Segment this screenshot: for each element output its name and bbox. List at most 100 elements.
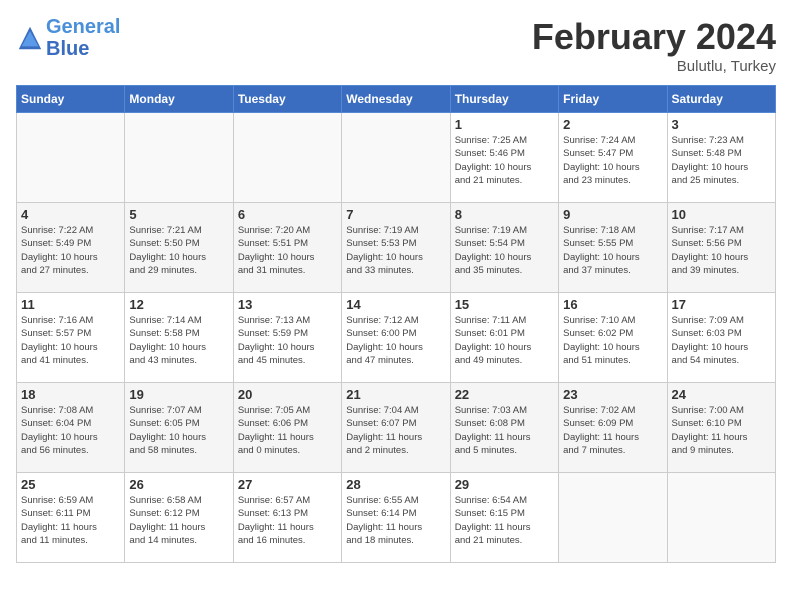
day-info: Sunrise: 7:12 AM Sunset: 6:00 PM Dayligh… bbox=[346, 314, 445, 367]
day-info: Sunrise: 7:19 AM Sunset: 5:53 PM Dayligh… bbox=[346, 224, 445, 277]
table-row bbox=[342, 113, 450, 203]
day-info: Sunrise: 7:03 AM Sunset: 6:08 PM Dayligh… bbox=[455, 404, 554, 457]
calendar-header: Sunday Monday Tuesday Wednesday Thursday… bbox=[17, 86, 776, 113]
header-sunday: Sunday bbox=[17, 86, 125, 113]
subtitle: Bulutlu, Turkey bbox=[532, 58, 776, 75]
day-number: 12 bbox=[129, 297, 228, 312]
header-tuesday: Tuesday bbox=[233, 86, 341, 113]
table-row: 17 Sunrise: 7:09 AM Sunset: 6:03 PM Dayli… bbox=[667, 293, 775, 383]
table-row: 9 Sunrise: 7:18 AM Sunset: 5:55 PM Daylig… bbox=[559, 203, 667, 293]
day-number: 24 bbox=[672, 387, 771, 402]
table-row: 4Sunrise: 7:22 AM Sunset: 5:49 PM Daylig… bbox=[17, 203, 125, 293]
day-number: 25 bbox=[21, 477, 120, 492]
table-row: 19 Sunrise: 7:07 AM Sunset: 6:05 PM Dayli… bbox=[125, 383, 233, 473]
day-info: Sunrise: 7:09 AM Sunset: 6:03 PM Dayligh… bbox=[672, 314, 771, 367]
table-row: 16 Sunrise: 7:10 AM Sunset: 6:02 PM Dayli… bbox=[559, 293, 667, 383]
day-number: 14 bbox=[346, 297, 445, 312]
day-number: 18 bbox=[21, 387, 120, 402]
day-number: 16 bbox=[563, 297, 662, 312]
day-number: 9 bbox=[563, 207, 662, 222]
table-row: 1 Sunrise: 7:25 AM Sunset: 5:46 PM Daylig… bbox=[450, 113, 558, 203]
page-header: General Blue February 2024 Bulutlu, Turk… bbox=[16, 16, 776, 75]
day-info: Sunrise: 7:21 AM Sunset: 5:50 PM Dayligh… bbox=[129, 224, 228, 277]
day-number: 11 bbox=[21, 297, 120, 312]
table-row: 3 Sunrise: 7:23 AM Sunset: 5:48 PM Daylig… bbox=[667, 113, 775, 203]
day-number: 3 bbox=[672, 117, 771, 132]
day-number: 13 bbox=[238, 297, 337, 312]
day-info: Sunrise: 7:18 AM Sunset: 5:55 PM Dayligh… bbox=[563, 224, 662, 277]
logo-line2: Blue bbox=[46, 38, 120, 60]
table-row bbox=[559, 473, 667, 563]
title-block: February 2024 Bulutlu, Turkey bbox=[532, 16, 776, 75]
day-info: Sunrise: 7:10 AM Sunset: 6:02 PM Dayligh… bbox=[563, 314, 662, 367]
table-row: 20 Sunrise: 7:05 AM Sunset: 6:06 PM Dayli… bbox=[233, 383, 341, 473]
table-row: 21 Sunrise: 7:04 AM Sunset: 6:07 PM Dayli… bbox=[342, 383, 450, 473]
day-number: 10 bbox=[672, 207, 771, 222]
day-info: Sunrise: 6:59 AM Sunset: 6:11 PM Dayligh… bbox=[21, 494, 120, 547]
table-row bbox=[667, 473, 775, 563]
day-info: Sunrise: 7:24 AM Sunset: 5:47 PM Dayligh… bbox=[563, 134, 662, 187]
day-number: 27 bbox=[238, 477, 337, 492]
day-number: 8 bbox=[455, 207, 554, 222]
table-row bbox=[17, 113, 125, 203]
header-saturday: Saturday bbox=[667, 86, 775, 113]
table-row: 25 Sunrise: 6:59 AM Sunset: 6:11 PM Dayli… bbox=[17, 473, 125, 563]
day-number: 29 bbox=[455, 477, 554, 492]
day-info: Sunrise: 7:05 AM Sunset: 6:06 PM Dayligh… bbox=[238, 404, 337, 457]
logo-icon bbox=[16, 24, 44, 52]
day-info: Sunrise: 7:13 AM Sunset: 5:59 PM Dayligh… bbox=[238, 314, 337, 367]
table-row: 13 Sunrise: 7:13 AM Sunset: 5:59 PM Dayli… bbox=[233, 293, 341, 383]
month-title: February 2024 bbox=[532, 16, 776, 58]
day-info: Sunrise: 7:20 AM Sunset: 5:51 PM Dayligh… bbox=[238, 224, 337, 277]
table-row: 29 Sunrise: 6:54 AM Sunset: 6:15 PM Dayli… bbox=[450, 473, 558, 563]
table-row: 15 Sunrise: 7:11 AM Sunset: 6:01 PM Dayli… bbox=[450, 293, 558, 383]
table-row: 28Sunrise: 6:55 AM Sunset: 6:14 PM Dayli… bbox=[342, 473, 450, 563]
day-number: 22 bbox=[455, 387, 554, 402]
day-number: 4 bbox=[21, 207, 120, 222]
table-row: 7Sunrise: 7:19 AM Sunset: 5:53 PM Daylig… bbox=[342, 203, 450, 293]
table-row: 24Sunrise: 7:00 AM Sunset: 6:10 PM Dayli… bbox=[667, 383, 775, 473]
table-row: 27 Sunrise: 6:57 AM Sunset: 6:13 PM Dayli… bbox=[233, 473, 341, 563]
day-info: Sunrise: 7:23 AM Sunset: 5:48 PM Dayligh… bbox=[672, 134, 771, 187]
day-number: 26 bbox=[129, 477, 228, 492]
table-row bbox=[233, 113, 341, 203]
table-row: 11Sunrise: 7:16 AM Sunset: 5:57 PM Dayli… bbox=[17, 293, 125, 383]
day-number: 20 bbox=[238, 387, 337, 402]
header-monday: Monday bbox=[125, 86, 233, 113]
table-row: 12 Sunrise: 7:14 AM Sunset: 5:58 PM Dayli… bbox=[125, 293, 233, 383]
day-info: Sunrise: 7:25 AM Sunset: 5:46 PM Dayligh… bbox=[455, 134, 554, 187]
day-info: Sunrise: 7:02 AM Sunset: 6:09 PM Dayligh… bbox=[563, 404, 662, 457]
day-number: 19 bbox=[129, 387, 228, 402]
day-number: 1 bbox=[455, 117, 554, 132]
day-number: 5 bbox=[129, 207, 228, 222]
day-info: Sunrise: 7:11 AM Sunset: 6:01 PM Dayligh… bbox=[455, 314, 554, 367]
day-info: Sunrise: 7:04 AM Sunset: 6:07 PM Dayligh… bbox=[346, 404, 445, 457]
table-row bbox=[125, 113, 233, 203]
header-thursday: Thursday bbox=[450, 86, 558, 113]
day-info: Sunrise: 6:54 AM Sunset: 6:15 PM Dayligh… bbox=[455, 494, 554, 547]
day-info: Sunrise: 6:57 AM Sunset: 6:13 PM Dayligh… bbox=[238, 494, 337, 547]
day-number: 21 bbox=[346, 387, 445, 402]
day-info: Sunrise: 6:55 AM Sunset: 6:14 PM Dayligh… bbox=[346, 494, 445, 547]
table-row: 5 Sunrise: 7:21 AM Sunset: 5:50 PM Daylig… bbox=[125, 203, 233, 293]
day-number: 17 bbox=[672, 297, 771, 312]
table-row: 23 Sunrise: 7:02 AM Sunset: 6:09 PM Dayli… bbox=[559, 383, 667, 473]
day-number: 6 bbox=[238, 207, 337, 222]
table-row: 14 Sunrise: 7:12 AM Sunset: 6:00 PM Dayli… bbox=[342, 293, 450, 383]
header-wednesday: Wednesday bbox=[342, 86, 450, 113]
table-row: 26 Sunrise: 6:58 AM Sunset: 6:12 PM Dayli… bbox=[125, 473, 233, 563]
table-row: 8 Sunrise: 7:19 AM Sunset: 5:54 PM Daylig… bbox=[450, 203, 558, 293]
table-row: 2Sunrise: 7:24 AM Sunset: 5:47 PM Daylig… bbox=[559, 113, 667, 203]
day-info: Sunrise: 7:08 AM Sunset: 6:04 PM Dayligh… bbox=[21, 404, 120, 457]
day-info: Sunrise: 7:19 AM Sunset: 5:54 PM Dayligh… bbox=[455, 224, 554, 277]
day-info: Sunrise: 7:07 AM Sunset: 6:05 PM Dayligh… bbox=[129, 404, 228, 457]
day-number: 15 bbox=[455, 297, 554, 312]
day-number: 23 bbox=[563, 387, 662, 402]
day-info: Sunrise: 7:17 AM Sunset: 5:56 PM Dayligh… bbox=[672, 224, 771, 277]
day-info: Sunrise: 7:14 AM Sunset: 5:58 PM Dayligh… bbox=[129, 314, 228, 367]
calendar-table: Sunday Monday Tuesday Wednesday Thursday… bbox=[16, 85, 776, 563]
table-row: 6 Sunrise: 7:20 AM Sunset: 5:51 PM Daylig… bbox=[233, 203, 341, 293]
header-friday: Friday bbox=[559, 86, 667, 113]
day-info: Sunrise: 6:58 AM Sunset: 6:12 PM Dayligh… bbox=[129, 494, 228, 547]
table-row: 18 Sunrise: 7:08 AM Sunset: 6:04 PM Dayli… bbox=[17, 383, 125, 473]
